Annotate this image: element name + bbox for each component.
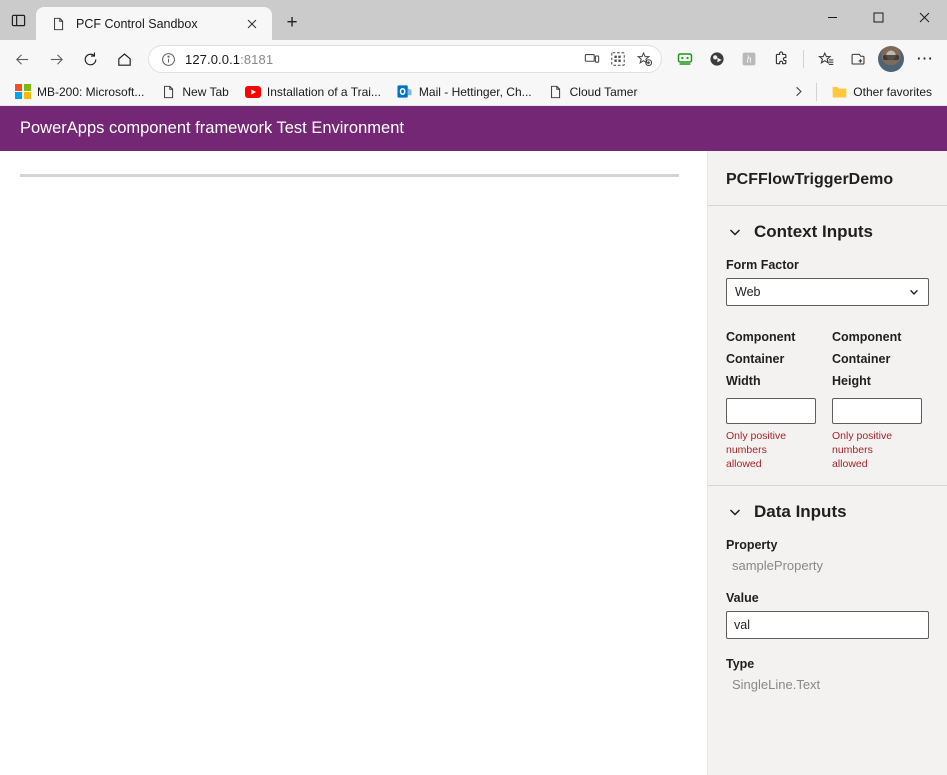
component-canvas <box>0 151 707 775</box>
bookmark-item[interactable]: Installation of a Trai... <box>238 81 388 103</box>
browser-extensions: h ⋯ <box>670 44 941 74</box>
close-button[interactable] <box>901 0 947 34</box>
url-host: 127.0.0.1 <box>185 52 240 67</box>
bookmark-item[interactable]: Mail - Hettinger, Ch... <box>390 81 539 103</box>
panel-title: PCFFlowTriggerDemo <box>708 151 947 205</box>
value-label: Value <box>726 591 929 605</box>
section-header[interactable]: Context Inputs <box>726 222 929 242</box>
tab-actions-icon[interactable] <box>0 0 36 40</box>
chevron-right-icon[interactable] <box>787 81 809 103</box>
bookmark-label: Installation of a Trai... <box>267 85 381 99</box>
app-header: PowerApps component framework Test Envir… <box>0 106 947 151</box>
home-icon[interactable] <box>108 44 140 74</box>
user-avatar[interactable] <box>878 46 904 72</box>
type-field: Type SingleLine.Text <box>726 657 929 692</box>
tab-title: PCF Control Sandbox <box>76 17 232 31</box>
collections-icon[interactable] <box>843 44 873 74</box>
arrow-left-icon[interactable] <box>6 44 38 74</box>
value-field: Value <box>726 591 929 639</box>
page-viewport: PowerApps component framework Test Envir… <box>0 106 947 775</box>
form-factor-field: Form Factor Web <box>726 258 929 306</box>
maximize-button[interactable] <box>855 0 901 34</box>
bookmarks-bar-right: Other favorites <box>787 81 939 103</box>
chevron-down-icon[interactable] <box>726 503 744 521</box>
container-width-label: Component Container Width <box>726 326 816 392</box>
window-controls <box>809 0 947 34</box>
type-label: Type <box>726 657 929 671</box>
bookmark-label: Mail - Hettinger, Ch... <box>419 85 532 99</box>
h-extension-icon[interactable]: h <box>734 44 764 74</box>
page-icon <box>548 84 564 100</box>
media-extension-icon[interactable] <box>702 44 732 74</box>
app-body: PCFFlowTriggerDemo Context Inputs Form F… <box>0 151 947 775</box>
bookmark-item[interactable]: Cloud Tamer <box>541 81 645 103</box>
address-bar[interactable]: 127.0.0.1:8181 <box>148 45 662 73</box>
section-header[interactable]: Data Inputs <box>726 502 929 522</box>
section-data-inputs: Data Inputs Property sampleProperty Valu… <box>708 486 947 708</box>
other-favorites-button[interactable]: Other favorites <box>824 81 939 103</box>
cast-device-icon[interactable] <box>579 46 605 72</box>
form-factor-select[interactable]: Web <box>726 278 929 306</box>
bookmark-label: MB-200: Microsoft... <box>37 85 144 99</box>
browser-titlebar: PCF Control Sandbox + <box>0 0 947 40</box>
address-bar-actions <box>579 46 657 72</box>
form-factor-label: Form Factor <box>726 258 929 272</box>
chevron-down-icon[interactable] <box>726 223 744 241</box>
type-value: SingleLine.Text <box>726 677 929 692</box>
youtube-icon <box>245 84 261 100</box>
app-title: PowerApps component framework Test Envir… <box>20 119 404 138</box>
container-height-error: Only positive numbers allowed <box>832 429 894 471</box>
container-width-field: Component Container Width Only positive … <box>726 326 816 471</box>
section-context-inputs: Context Inputs Form Factor Web <box>708 206 947 485</box>
bookmarks-divider <box>816 83 817 101</box>
container-width-input[interactable] <box>726 398 816 424</box>
container-height-input[interactable] <box>832 398 922 424</box>
url-port: :8181 <box>240 52 273 67</box>
container-width-error: Only positive numbers allowed <box>726 429 788 471</box>
favorites-list-icon[interactable] <box>811 44 841 74</box>
close-icon[interactable] <box>242 14 262 34</box>
property-field: Property sampleProperty <box>726 538 929 573</box>
microsoft-icon <box>15 84 31 100</box>
bookmarks-bar: MB-200: Microsoft... New Tab Installatio… <box>0 78 947 106</box>
canvas-divider <box>20 174 679 177</box>
reload-icon[interactable] <box>74 44 106 74</box>
page-icon <box>160 84 176 100</box>
container-height-field: Component Container Height Only positive… <box>832 326 922 471</box>
extensions-puzzle-icon[interactable] <box>766 44 796 74</box>
bookmark-item[interactable]: New Tab <box>153 81 235 103</box>
svg-text:h: h <box>747 55 752 66</box>
arrow-right-icon[interactable] <box>40 44 72 74</box>
address-bar-url: 127.0.0.1:8181 <box>185 52 579 67</box>
browser-tab[interactable]: PCF Control Sandbox <box>36 7 272 40</box>
site-info-icon[interactable] <box>157 48 179 70</box>
properties-panel: PCFFlowTriggerDemo Context Inputs Form F… <box>707 151 947 775</box>
browser-navbar: 127.0.0.1:8181 <box>0 40 947 78</box>
new-tab-button[interactable]: + <box>276 8 308 38</box>
more-options-icon[interactable]: ⋯ <box>909 44 941 74</box>
add-favorite-icon[interactable] <box>631 46 657 72</box>
robot-extension-icon[interactable] <box>670 44 700 74</box>
section-title: Data Inputs <box>754 502 847 522</box>
outlook-icon <box>397 84 413 100</box>
minimize-button[interactable] <box>809 0 855 34</box>
property-value: sampleProperty <box>726 558 929 573</box>
toolbar-divider <box>803 50 804 68</box>
bookmark-label: New Tab <box>182 85 228 99</box>
bookmark-label: Cloud Tamer <box>570 85 638 99</box>
container-height-label: Component Container Height <box>832 326 922 392</box>
container-size-fields: Component Container Width Only positive … <box>726 326 929 471</box>
other-favorites-label: Other favorites <box>853 85 932 99</box>
page-icon <box>50 16 66 32</box>
section-title: Context Inputs <box>754 222 873 242</box>
property-label: Property <box>726 538 929 552</box>
bookmark-item[interactable]: MB-200: Microsoft... <box>8 81 151 103</box>
apps-grid-icon[interactable] <box>605 46 631 72</box>
folder-icon <box>831 84 847 100</box>
browser-window: PCF Control Sandbox + <box>0 0 947 775</box>
value-input[interactable] <box>726 611 929 639</box>
